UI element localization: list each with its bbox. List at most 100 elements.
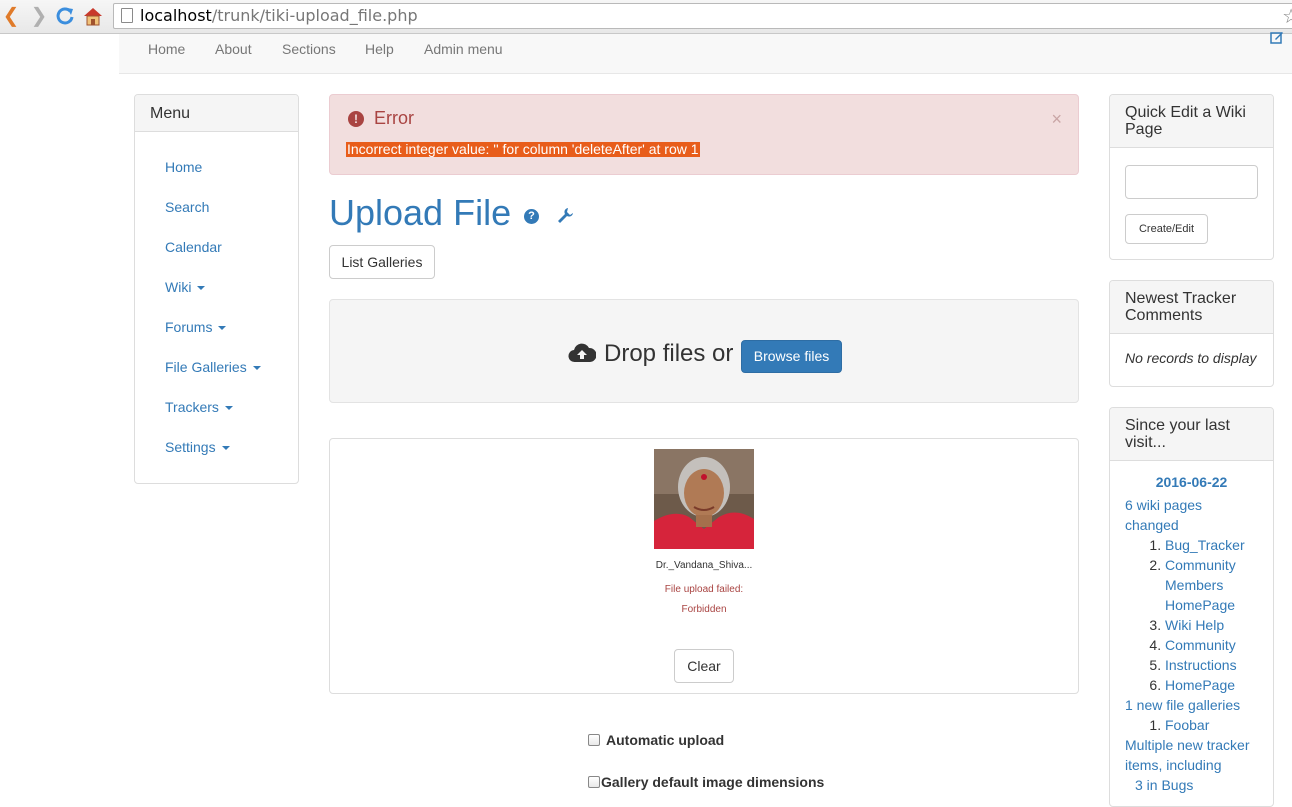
upload-error-line1: File upload failed: [664, 584, 744, 595]
clear-button[interactable]: Clear [674, 649, 734, 683]
page-title: Upload File [329, 192, 512, 233]
menu-link-calendar[interactable]: Calendar [165, 239, 222, 255]
since-date: 2016-06-22 [1155, 474, 1228, 490]
caret-down-icon[interactable] [197, 286, 206, 291]
no-records-text: No records to display [1125, 350, 1257, 366]
upload-error-line2: Forbidden [681, 604, 727, 615]
caret-down-icon[interactable] [252, 366, 261, 371]
back-arrow-icon[interactable]: ❮ [0, 5, 22, 27]
caret-down-icon[interactable] [221, 446, 230, 451]
since-last-visit-body: 2016-06-22 6 wiki pages changed Bug_Trac… [1110, 461, 1273, 803]
menu-link-settings[interactable]: Settings [165, 439, 216, 455]
menu-link-search[interactable]: Search [165, 199, 209, 215]
quick-edit-title: Quick Edit a Wiki Page [1110, 95, 1273, 148]
alert-message: Incorrect integer value: '' for column '… [346, 141, 700, 157]
error-alert: ! Error × Incorrect integer value: '' fo… [329, 94, 1079, 175]
menu-list: Home Search Calendar Wiki Forums File Ga… [135, 132, 298, 467]
wiki-page-link[interactable]: Bug_Tracker [1165, 537, 1245, 553]
caret-down-icon[interactable] [218, 326, 227, 331]
menu-item-forums: Forums [165, 307, 298, 347]
file-drop-zone[interactable]: Drop files or Browse files [329, 299, 1079, 403]
browse-files-button[interactable]: Browse files [741, 340, 842, 373]
menu-item-settings: Settings [165, 427, 298, 467]
new-galleries-list: Foobar [1125, 715, 1258, 735]
drop-files-text: Drop files or [604, 340, 734, 367]
url-host: localhost [140, 6, 212, 25]
new-galleries-link[interactable]: 1 new file galleries [1125, 697, 1240, 713]
list-item: HomePage [1165, 675, 1258, 695]
file-thumbnail [654, 449, 754, 549]
gallery-link[interactable]: Foobar [1165, 717, 1209, 733]
tracker-comments-panel: Newest Tracker Comments No records to di… [1109, 280, 1274, 387]
topnav-sections[interactable]: Sections [282, 41, 336, 57]
wiki-changed-list: Bug_Tracker Community Members HomePage W… [1125, 535, 1258, 695]
reload-icon[interactable] [54, 5, 76, 27]
since-last-visit-title: Since your last visit... [1110, 408, 1273, 461]
top-navbar: Home About Sections Help Admin menu [119, 32, 1292, 74]
wrench-icon[interactable] [556, 206, 574, 227]
automatic-upload-checkbox[interactable] [588, 734, 600, 746]
automatic-upload-label: Automatic upload [606, 732, 725, 748]
tracker-bugs-link[interactable]: 3 in Bugs [1135, 777, 1193, 793]
cloud-upload-icon [568, 342, 597, 367]
wiki-page-link[interactable]: Community Members HomePage [1165, 557, 1236, 613]
help-icon[interactable]: ? [524, 209, 539, 224]
list-item: Instructions [1165, 655, 1258, 675]
menu-link-home[interactable]: Home [165, 159, 202, 175]
wiki-page-link[interactable]: HomePage [1165, 677, 1235, 693]
wiki-changed-link[interactable]: 6 wiki pages changed [1125, 497, 1202, 533]
alert-title-row: ! Error [348, 108, 414, 129]
file-name: Dr._Vandana_Shiva... [655, 560, 753, 571]
list-item: Wiki Help [1165, 615, 1258, 635]
gallery-dimensions-checkbox[interactable] [588, 776, 600, 788]
close-icon[interactable]: × [1051, 109, 1062, 130]
topnav-about[interactable]: About [215, 41, 252, 57]
gallery-dimensions-label: Gallery default image dimensions [601, 774, 825, 790]
list-item: Community Members HomePage [1165, 555, 1258, 615]
list-galleries-button[interactable]: List Galleries [329, 245, 435, 279]
menu-link-wiki[interactable]: Wiki [165, 279, 191, 295]
menu-title: Menu [135, 95, 298, 132]
drop-zone-label: Drop files or [568, 340, 740, 368]
home-icon[interactable] [82, 5, 104, 27]
topnav-home[interactable]: Home [148, 41, 185, 57]
gallery-dimensions-option: Gallery default image dimensions [588, 774, 824, 790]
create-edit-button[interactable]: Create/Edit [1125, 214, 1208, 244]
list-item: Foobar [1165, 715, 1258, 735]
url-path: /trunk/tiki-upload_file.php [211, 6, 418, 25]
wiki-page-link[interactable]: Wiki Help [1165, 617, 1224, 633]
upload-error-message: File upload failed: Forbidden [630, 580, 778, 620]
menu-link-trackers[interactable]: Trackers [165, 399, 219, 415]
edit-pencil-icon[interactable] [1270, 30, 1284, 47]
tracker-comments-title: Newest Tracker Comments [1110, 281, 1273, 334]
list-item: Community [1165, 635, 1258, 655]
list-item: Bug_Tracker [1165, 535, 1258, 555]
topnav-admin-menu[interactable]: Admin menu [424, 41, 503, 57]
forward-arrow-icon[interactable]: ❯ [28, 5, 50, 27]
topnav-help[interactable]: Help [365, 41, 394, 57]
wiki-page-link[interactable]: Instructions [1165, 657, 1237, 673]
since-last-visit-panel: Since your last visit... 2016-06-22 6 wi… [1109, 407, 1274, 807]
page-icon [121, 8, 133, 23]
new-tracker-items-link[interactable]: Multiple new tracker items, including [1125, 737, 1250, 773]
bookmark-star-icon[interactable]: ☆ [1282, 4, 1292, 28]
menu-item-wiki: Wiki [165, 267, 298, 307]
wiki-page-name-input[interactable] [1125, 165, 1258, 199]
menu-panel: Menu Home Search Calendar Wiki Forums Fi… [134, 94, 299, 484]
exclamation-circle-icon: ! [348, 110, 364, 127]
automatic-upload-option: Automatic upload [588, 732, 724, 748]
menu-item-home: Home [165, 147, 298, 187]
menu-item-trackers: Trackers [165, 387, 298, 427]
address-bar[interactable]: localhost/trunk/tiki-upload_file.php ☆ [113, 3, 1292, 29]
browser-toolbar: ❮ ❯ localhost/trunk/tiki-upload_file.php… [0, 0, 1292, 34]
alert-title: Error [374, 108, 414, 128]
menu-item-calendar: Calendar [165, 227, 298, 267]
tracker-item: 3 in Bugs [1125, 775, 1258, 795]
caret-down-icon[interactable] [224, 406, 233, 411]
menu-item-search: Search [165, 187, 298, 227]
wiki-page-link[interactable]: Community [1165, 637, 1236, 653]
menu-link-file-galleries[interactable]: File Galleries [165, 359, 247, 375]
menu-item-file-galleries: File Galleries [165, 347, 298, 387]
menu-link-forums[interactable]: Forums [165, 319, 212, 335]
quick-edit-panel: Quick Edit a Wiki Page Create/Edit [1109, 94, 1274, 260]
